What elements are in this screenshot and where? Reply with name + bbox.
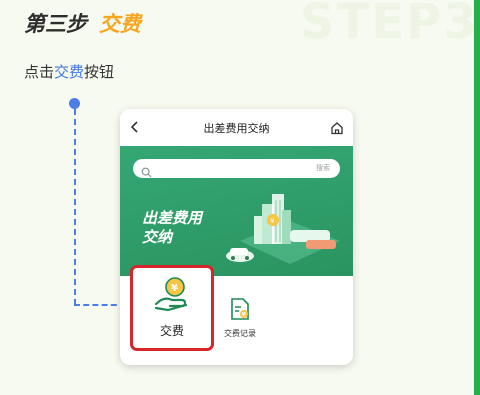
banner: 搜索 出差费用 交纳 ¥: [120, 146, 353, 276]
pay-button[interactable]: ¥ 交费: [130, 265, 214, 351]
svg-text:¥: ¥: [171, 283, 178, 294]
guide-line-vertical: [74, 109, 76, 305]
home-icon[interactable]: [330, 120, 344, 135]
svg-text:¥: ¥: [270, 217, 275, 225]
guide-line-horizontal: [74, 304, 126, 306]
phone-screenshot: 出差费用交纳 搜索 出差费用 交纳 ¥ ¥ 交费 ¥ 交费记录: [120, 109, 353, 365]
page-title: 出差费用交纳: [203, 122, 270, 135]
step-label: 第三步: [24, 12, 87, 36]
banner-title: 出差费用 交纳: [142, 209, 232, 247]
step-action: 交费: [99, 12, 141, 36]
right-border: [474, 0, 480, 395]
instruction-highlight: 交费: [54, 63, 85, 81]
nav-bar: 出差费用交纳: [120, 109, 353, 146]
instruction-text: 点击交费按钮: [24, 61, 114, 82]
records-icon: ¥: [231, 298, 249, 320]
instruction-prefix: 点击: [24, 63, 55, 81]
pay-icon: ¥: [154, 277, 188, 312]
search-bar: 搜索: [133, 159, 340, 178]
banner-title-line2: 交纳: [142, 228, 173, 246]
pay-label: 交费: [159, 324, 184, 338]
search-button[interactable]: 搜索: [316, 163, 330, 173]
search-icon: [141, 163, 152, 178]
guide-dot: [69, 98, 80, 109]
step-header: 第三步 交费: [24, 8, 141, 38]
banner-title-line1: 出差费用: [142, 209, 203, 227]
step-watermark: STEP3: [300, 0, 479, 50]
search-input[interactable]: [157, 159, 307, 178]
pay-records-button[interactable]: ¥ 交费记录: [218, 297, 262, 347]
city-illustration: ¥: [226, 194, 340, 264]
records-label: 交费记录: [224, 329, 256, 338]
instruction-suffix: 按钮: [84, 63, 115, 81]
